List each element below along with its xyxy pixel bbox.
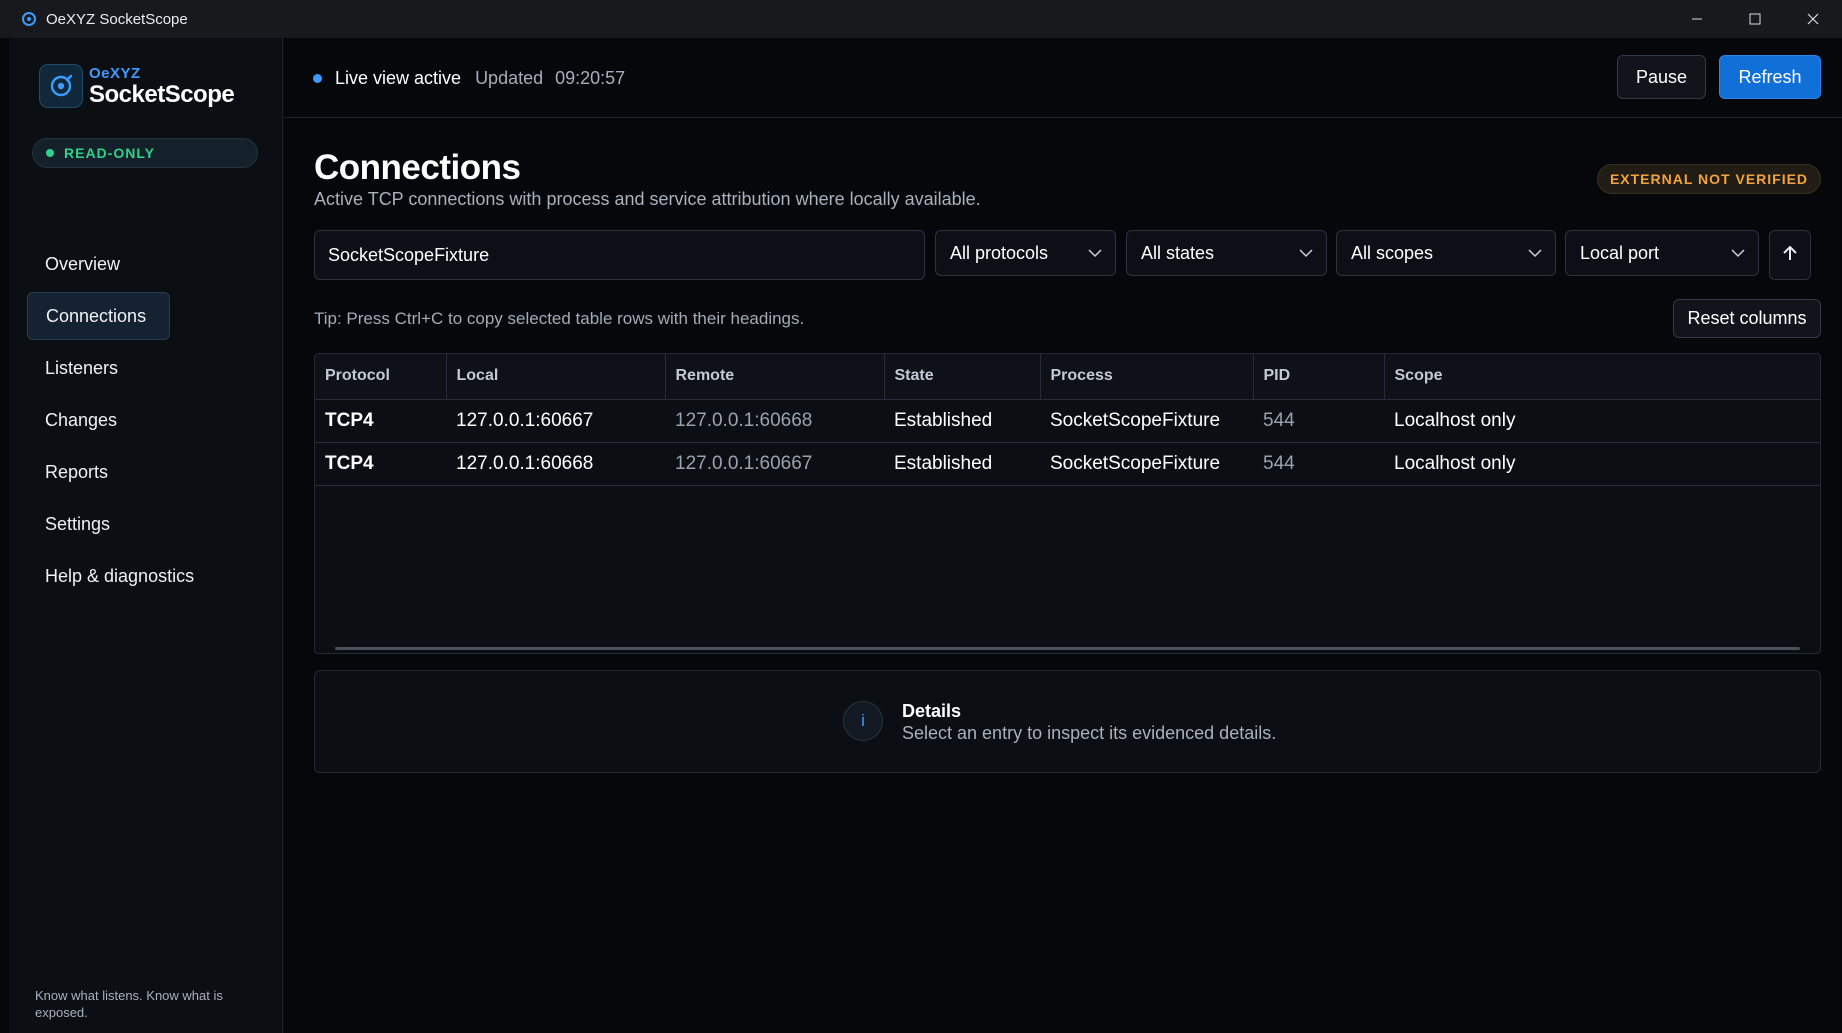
sidebar-item-settings[interactable]: Settings <box>27 500 170 548</box>
chevron-down-icon <box>1087 245 1103 266</box>
page-title: Connections <box>314 148 521 187</box>
sort-by-select-value: Local port <box>1580 242 1660 263</box>
column-header-scope[interactable]: Scope <box>1384 354 1820 400</box>
column-header-local[interactable]: Local <box>446 354 666 400</box>
column-header-process[interactable]: Process <box>1040 354 1254 400</box>
cell-remote: 127.0.0.1:60668 <box>665 399 884 443</box>
protocol-select-value: All protocols <box>950 242 1049 263</box>
cell-scope: Localhost only <box>1384 442 1820 486</box>
chevron-down-icon <box>1527 245 1543 266</box>
protocol-select[interactable]: All protocols <box>935 230 1116 276</box>
state-select-value: All states <box>1141 242 1215 263</box>
reset-columns-button[interactable]: Reset columns <box>1673 299 1821 338</box>
column-header-state[interactable]: State <box>884 354 1041 400</box>
state-select[interactable]: All states <box>1126 230 1327 276</box>
sort-by-select[interactable]: Local port <box>1565 230 1759 276</box>
cell-process: SocketScopeFixture <box>1040 399 1253 443</box>
sidebar-item-changes[interactable]: Changes <box>27 396 170 444</box>
sidebar-item-listeners[interactable]: Listeners <box>27 344 170 392</box>
cell-protocol: TCP4 <box>315 399 446 443</box>
sidebar-item-reports[interactable]: Reports <box>27 448 170 496</box>
cell-state: Established <box>884 442 1040 486</box>
top-header: Live view active Updated 09:20:57 Pause … <box>283 38 1842 118</box>
search-input[interactable]: SocketScopeFixture <box>314 230 925 280</box>
live-dot-icon <box>313 74 322 83</box>
socketscope-logo-icon <box>39 64 83 108</box>
copy-tip: Tip: Press Ctrl+C to copy selected table… <box>314 309 805 328</box>
sidebar: OeXYZ SocketScope READ-ONLY Overview Con… <box>9 38 283 1033</box>
table-row[interactable]: TCP4 127.0.0.1:60668 127.0.0.1:60667 Est… <box>315 442 1820 486</box>
chevron-down-icon <box>1298 245 1314 266</box>
scope-select[interactable]: All scopes <box>1336 230 1556 276</box>
refresh-button[interactable]: Refresh <box>1719 55 1821 99</box>
details-panel: i Details Select an entry to inspect its… <box>314 670 1821 773</box>
chevron-down-icon <box>1730 245 1746 266</box>
title-bar: OeXYZ SocketScope <box>0 0 1842 38</box>
maximize-icon[interactable] <box>1726 0 1784 38</box>
table-header-row: Protocol Local Remote State Process PID … <box>315 354 1820 400</box>
status-dot-icon <box>46 149 54 157</box>
brand: OeXYZ SocketScope <box>39 64 235 108</box>
details-subtitle: Select an entry to inspect its evidenced… <box>902 723 1277 743</box>
live-status: Live view active Updated 09:20:57 <box>313 68 625 89</box>
details-title: Details <box>902 701 962 721</box>
column-header-protocol[interactable]: Protocol <box>315 354 447 400</box>
cell-remote: 127.0.0.1:60667 <box>665 442 884 486</box>
updated-time: 09:20:57 <box>555 68 626 88</box>
column-header-remote[interactable]: Remote <box>665 354 885 400</box>
brand-product: SocketScope <box>89 80 235 108</box>
cell-pid: 544 <box>1253 399 1384 443</box>
cell-scope: Localhost only <box>1384 399 1820 443</box>
minimize-icon[interactable] <box>1668 0 1726 38</box>
live-label: Live view active <box>335 68 462 88</box>
cell-process: SocketScopeFixture <box>1040 442 1253 486</box>
read-only-label: READ-ONLY <box>64 145 155 161</box>
app-icon <box>20 10 38 28</box>
arrow-up-icon <box>1782 244 1798 267</box>
tagline: Know what listens. Know what is exposed. <box>35 988 223 1020</box>
table-row[interactable]: TCP4 127.0.0.1:60667 127.0.0.1:60668 Est… <box>315 399 1820 443</box>
sidebar-item-connections[interactable]: Connections <box>27 292 170 340</box>
pause-button[interactable]: Pause <box>1617 55 1706 99</box>
horizontal-scrollbar[interactable] <box>335 647 1800 650</box>
read-only-badge: READ-ONLY <box>32 138 258 168</box>
sidebar-nav: Overview Connections Listeners Changes R… <box>27 240 267 604</box>
column-header-pid[interactable]: PID <box>1253 354 1385 400</box>
external-not-verified-badge: EXTERNAL NOT VERIFIED <box>1597 164 1821 194</box>
page-subtitle: Active TCP connections with process and … <box>314 189 981 209</box>
window-title: OeXYZ SocketScope <box>46 10 188 28</box>
cell-protocol: TCP4 <box>315 442 446 486</box>
connections-table: Protocol Local Remote State Process PID … <box>314 353 1821 654</box>
info-icon: i <box>843 701 883 741</box>
sort-direction-button[interactable] <box>1769 230 1811 280</box>
scope-select-value: All scopes <box>1351 242 1434 263</box>
cell-local: 127.0.0.1:60668 <box>446 442 665 486</box>
brand-company: OeXYZ <box>89 64 141 82</box>
cell-local: 127.0.0.1:60667 <box>446 399 665 443</box>
sidebar-item-overview[interactable]: Overview <box>27 240 170 288</box>
updated-label: Updated <box>475 68 544 88</box>
close-icon[interactable] <box>1784 0 1842 38</box>
sidebar-item-help-diagnostics[interactable]: Help & diagnostics <box>27 552 267 600</box>
cell-pid: 544 <box>1253 442 1384 486</box>
cell-state: Established <box>884 399 1040 443</box>
